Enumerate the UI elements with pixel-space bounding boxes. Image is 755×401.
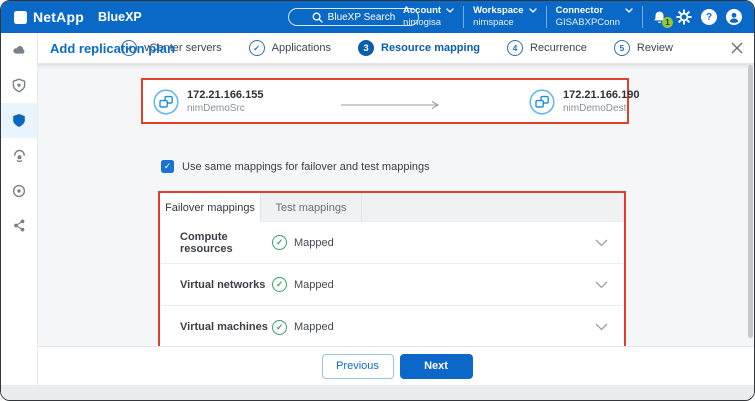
- account-label: Account: [403, 5, 441, 17]
- search-label: BlueXP Search: [328, 12, 396, 23]
- window-bottom-strip: [1, 385, 754, 401]
- row-virtual-networks[interactable]: Virtual networks ✓ Mapped: [160, 264, 624, 306]
- bluexp-window: NetApp BlueXP BlueXP Search Account nimo…: [0, 0, 755, 401]
- connector-menu[interactable]: Connector GISABXPConn: [556, 5, 633, 29]
- connector-value: GISABXPConn: [556, 17, 620, 29]
- workspace-value: nimspace: [473, 17, 524, 29]
- chevron-down-icon[interactable]: [595, 239, 608, 247]
- chevron-down-icon: [625, 8, 633, 13]
- step-applications[interactable]: ✓ Applications: [249, 40, 331, 56]
- left-nav-sidebar: [1, 33, 38, 401]
- chevron-down-icon[interactable]: [595, 281, 608, 289]
- next-button[interactable]: Next: [400, 354, 473, 379]
- sidebar-item-observability[interactable]: [1, 138, 37, 173]
- account-menu[interactable]: Account nimogisa: [403, 5, 454, 29]
- mapping-rows: Compute resources ✓ Mapped Virtual netwo…: [160, 222, 624, 348]
- share-nodes-icon: [12, 218, 26, 233]
- replication-arrow-icon: [341, 97, 441, 115]
- page-title: Add replication plan: [50, 41, 175, 56]
- status-badge: ✓ Mapped: [272, 235, 334, 250]
- chevron-down-icon: [446, 8, 454, 13]
- step-number: 4: [507, 40, 523, 56]
- chevron-down-icon[interactable]: [595, 323, 608, 331]
- previous-button[interactable]: Previous: [322, 354, 394, 379]
- same-mappings-checkbox-row[interactable]: ✓ Use same mappings for failover and tes…: [161, 160, 430, 173]
- destination-ip: 172.21.166.190: [563, 88, 639, 102]
- source-vcenter: 172.21.166.155 nimDemoSrc: [153, 88, 263, 115]
- sidebar-item-extend[interactable]: [1, 173, 37, 208]
- sidebar-item-share[interactable]: [1, 208, 37, 243]
- sidebar-item-canvas[interactable]: [1, 33, 37, 68]
- settings-button[interactable]: [676, 9, 692, 25]
- divider: [463, 6, 464, 28]
- mapped-check-icon: ✓: [272, 235, 287, 250]
- account-value: nimogisa: [403, 17, 441, 29]
- user-button[interactable]: [726, 9, 742, 25]
- close-icon[interactable]: [731, 42, 743, 54]
- sidebar-item-protection[interactable]: [1, 103, 37, 138]
- gear-icon: [676, 9, 692, 25]
- divider: [546, 6, 547, 28]
- vcenter-server-icon: [153, 89, 179, 115]
- destination-vcenter: 172.21.166.190 nimDemoDest: [529, 88, 639, 115]
- bluexp-search[interactable]: BlueXP Search: [288, 8, 419, 26]
- search-icon: [312, 12, 323, 23]
- workspace-label: Workspace: [473, 5, 524, 17]
- connector-label: Connector: [556, 5, 620, 17]
- mappings-panel: Failover mappings Test mappings Compute …: [158, 191, 626, 350]
- health-shield-heart-icon: [12, 78, 26, 93]
- mappings-tabbar: Failover mappings Test mappings: [160, 193, 624, 222]
- status-badge: ✓ Mapped: [272, 320, 334, 335]
- checkbox-checked-icon[interactable]: ✓: [161, 160, 174, 173]
- question-mark-icon: ?: [706, 12, 712, 23]
- step-number: 5: [614, 40, 630, 56]
- source-name: nimDemoSrc: [187, 102, 263, 115]
- top-right-controls: Account nimogisa Workspace nimspace Conn…: [403, 1, 742, 33]
- wizard-steps: ✓ vCenter servers ✓ Applications 3 Resou…: [121, 40, 673, 56]
- canvas-cloud-icon: [12, 43, 27, 58]
- row-virtual-machines[interactable]: Virtual machines ✓ Mapped: [160, 306, 624, 348]
- mapped-check-icon: ✓: [272, 277, 287, 292]
- tab-failover-mappings[interactable]: Failover mappings: [160, 193, 261, 222]
- help-button[interactable]: ?: [701, 9, 717, 25]
- step-check-icon: ✓: [249, 40, 265, 56]
- brand-name: NetApp: [33, 9, 84, 25]
- extend-circle-icon: [12, 184, 26, 198]
- destination-name: nimDemoDest: [563, 102, 639, 115]
- step-number: 3: [358, 40, 374, 56]
- sidebar-item-health[interactable]: [1, 68, 37, 103]
- resource-mapping-content: 172.21.166.155 nimDemoSrc 172.21.166.190…: [38, 64, 755, 346]
- notification-badge: 1: [662, 17, 673, 28]
- step-recurrence[interactable]: 4 Recurrence: [507, 40, 587, 56]
- wizard-footer: Previous Next: [38, 346, 755, 385]
- workspace-menu[interactable]: Workspace nimspace: [473, 5, 537, 29]
- source-ip: 172.21.166.155: [187, 88, 263, 102]
- chevron-down-icon: [529, 8, 537, 13]
- notifications-button[interactable]: 1: [652, 10, 667, 25]
- observability-icon: [12, 148, 27, 163]
- top-bar: NetApp BlueXP BlueXP Search Account nimo…: [1, 1, 754, 33]
- mapped-check-icon: ✓: [272, 320, 287, 335]
- divider: [642, 6, 643, 28]
- protection-shield-icon: [12, 113, 26, 128]
- checkbox-label: Use same mappings for failover and test …: [182, 161, 430, 173]
- vcenter-server-icon: [529, 89, 555, 115]
- source-destination-panel: 172.21.166.155 nimDemoSrc 172.21.166.190…: [141, 78, 629, 124]
- step-resource-mapping[interactable]: 3 Resource mapping: [358, 40, 480, 56]
- status-badge: ✓ Mapped: [272, 277, 334, 292]
- step-review[interactable]: 5 Review: [614, 40, 673, 56]
- row-compute-resources[interactable]: Compute resources ✓ Mapped: [160, 222, 624, 264]
- wizard-header: Add replication plan ✓ vCenter servers ✓…: [38, 33, 755, 64]
- brand: NetApp BlueXP: [14, 1, 142, 33]
- user-icon: [726, 9, 742, 25]
- tab-test-mappings[interactable]: Test mappings: [261, 193, 362, 222]
- product-name: BlueXP: [98, 10, 142, 24]
- vertical-scrollbar[interactable]: [748, 65, 753, 338]
- netapp-logo-icon: [14, 11, 27, 24]
